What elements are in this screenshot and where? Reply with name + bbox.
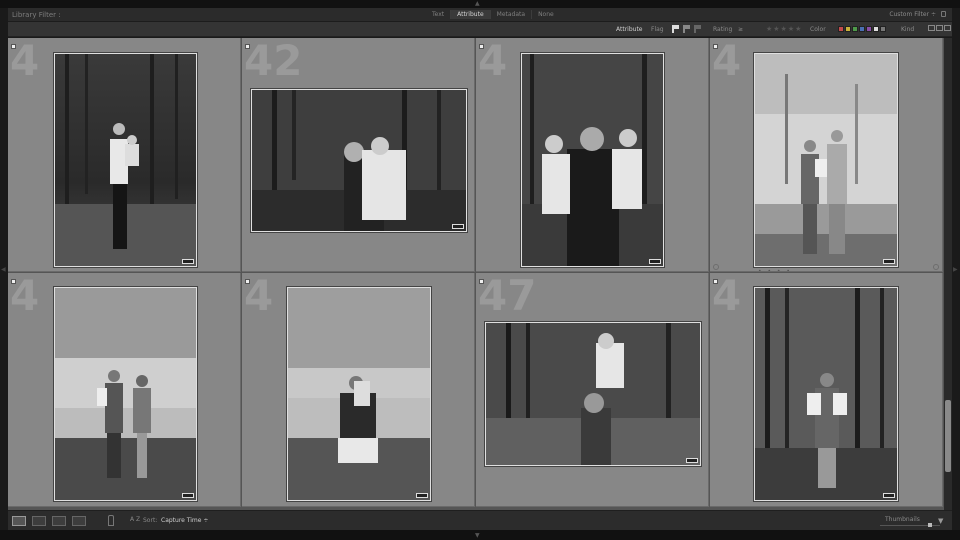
metadata-badges-icon[interactable] [883,259,895,264]
filter-tab-text[interactable]: Text [426,10,450,19]
color-swatch-4[interactable] [866,26,872,32]
flag-rejected-icon[interactable] [694,25,701,33]
lock-icon[interactable] [941,11,946,17]
cell-index: 47 [478,273,537,320]
filter-preset-select[interactable]: Custom Filter ÷ [889,11,936,18]
flag-picked-icon[interactable] [672,25,679,33]
selection-badge-icon[interactable] [245,44,250,49]
loupe-view-icon[interactable] [32,516,46,526]
selection-badge-icon[interactable] [245,279,250,284]
bottom-toolbar: A Z Sort: Capture Time ÷ Thumbnails ▼ [8,510,952,530]
grid-scrollbar[interactable] [944,38,952,510]
library-filter-bar: Library Filter : Text Attribute Metadata… [8,8,952,22]
photo-thumbnail[interactable] [754,287,898,501]
metadata-badges-icon[interactable] [182,493,194,498]
photo-family-park [755,54,897,266]
metadata-badges-icon[interactable] [452,224,464,229]
color-swatch-6[interactable] [880,26,886,32]
photo-mother-baby-field [288,288,430,500]
rotate-left-icon[interactable] [713,264,719,270]
metadata-badges-icon[interactable] [416,493,428,498]
filter-tab-metadata[interactable]: Metadata [489,10,531,19]
rating-label: Rating [713,26,733,33]
survey-view-icon[interactable] [72,516,86,526]
kind-video-icon[interactable] [944,25,951,31]
grid-cell[interactable]: 4 [8,273,241,507]
flag-unflagged-icon[interactable] [683,25,690,33]
card-dots: • • • • [758,268,792,272]
top-panel-bar: ▲ [0,0,960,8]
selection-badge-icon[interactable] [479,44,484,49]
photo-mother-father-baby-forest [55,54,196,266]
selection-badge-icon[interactable] [11,279,16,284]
color-swatch-5[interactable] [873,26,879,32]
photo-mother-baby-woods [755,288,897,500]
grid-cell[interactable]: 4 [476,38,709,272]
photo-thumbnail[interactable] [251,89,467,232]
metadata-badges-icon[interactable] [883,493,895,498]
photo-thumbnail[interactable] [287,287,431,501]
rotate-right-icon[interactable] [933,264,939,270]
grid-cell[interactable]: 47 [476,273,709,507]
scrollbar-thumb[interactable] [945,400,951,472]
filter-tab-none[interactable]: None [531,10,560,19]
grid-cell[interactable]: 4 [8,38,241,272]
photo-thumbnail[interactable] [754,53,898,267]
sort-label: Sort: [143,517,158,524]
photo-family-walk [55,288,196,500]
grid-cell[interactable]: 4 [242,273,475,507]
bottom-panel-bar: ▼ [0,530,960,540]
filter-tabs: Text Attribute Metadata None [426,10,560,19]
filmstrip-toggle-icon[interactable]: ▼ [475,532,480,539]
photo-thumbnail[interactable] [54,287,197,501]
photo-mother-twins-forest [522,54,663,266]
color-swatch-0[interactable] [838,26,844,32]
grid-cell[interactable]: 42 [242,38,475,272]
rating-operator[interactable]: ≥ [738,26,743,33]
left-panel-toggle-icon[interactable]: ◀ [1,266,6,273]
thumbnail-size-slider[interactable] [880,523,940,527]
selection-badge-icon[interactable] [479,279,484,284]
kind-virtual-copy-icon[interactable] [936,25,943,31]
photo-thumbnail[interactable] [485,322,701,466]
kind-filters [928,25,952,31]
compare-view-icon[interactable] [52,516,66,526]
right-panel-toggle-icon[interactable]: ▶ [953,266,958,273]
thumbnails-label: Thumbnails [885,516,920,523]
metadata-badges-icon[interactable] [649,259,661,264]
rating-stars[interactable]: ★★★★★ [766,25,802,33]
metadata-badges-icon[interactable] [182,259,194,264]
sort-select[interactable]: Capture Time ÷ [161,517,208,524]
photo-thumbnail[interactable] [521,53,664,267]
color-swatch-2[interactable] [852,26,858,32]
color-swatch-3[interactable] [859,26,865,32]
kind-master-icon[interactable] [928,25,935,31]
selection-badge-icon[interactable] [713,279,718,284]
attribute-label: Attribute [616,26,643,33]
thumbnail-size-knob[interactable] [928,523,932,527]
toolbar-menu-chevron-down-icon[interactable]: ▼ [938,517,943,525]
photo-mother-lifting-baby [486,323,700,465]
kind-label: Kind [901,26,915,33]
selection-badge-icon[interactable] [11,44,16,49]
thumbnail-grid: 4 42 4 4 • • • • 4 4 47 4 [8,38,944,510]
metadata-badges-icon[interactable] [686,458,698,463]
sort-direction-toggle[interactable]: A Z [130,516,140,523]
library-filter-title: Library Filter : [12,11,61,19]
selection-badge-icon[interactable] [713,44,718,49]
grid-cell[interactable]: 4 [710,273,943,507]
photo-mother-baby-forest [252,90,466,231]
painter-spray-can-icon[interactable] [108,515,114,526]
color-swatch-1[interactable] [845,26,851,32]
color-swatches [838,26,887,32]
top-panel-toggle-icon[interactable]: ▲ [475,1,480,7]
filter-tab-attribute[interactable]: Attribute [450,10,490,19]
attribute-filter-bar: Attribute Flag Rating ≥ ★★★★★ Color Kind [8,22,952,37]
photo-thumbnail[interactable] [54,53,197,267]
flag-label: Flag [651,26,664,33]
grid-view-icon[interactable] [12,516,26,526]
grid-cell[interactable]: 4 • • • • [710,38,943,272]
cell-index: 42 [244,38,303,85]
color-label: Color [810,26,826,33]
